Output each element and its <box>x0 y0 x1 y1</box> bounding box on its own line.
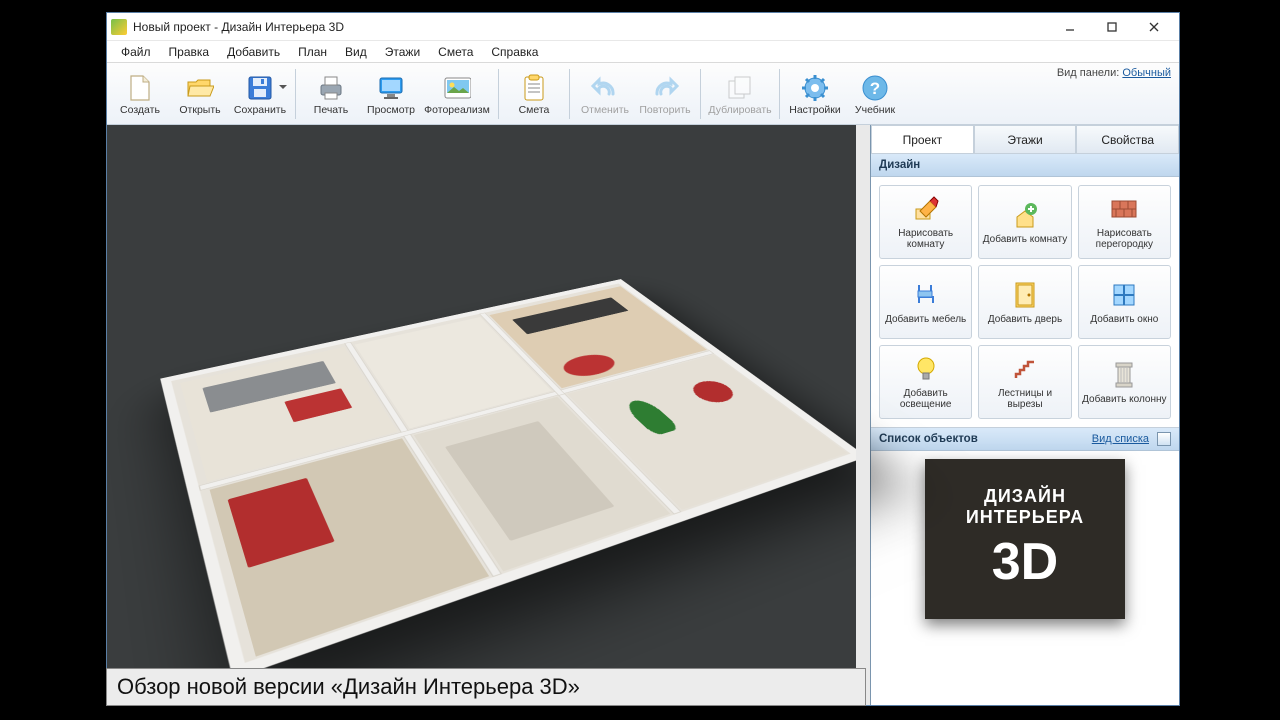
add-door-button[interactable]: Добавить дверь <box>978 265 1071 339</box>
undo-icon <box>591 74 619 102</box>
gear-icon <box>801 74 829 102</box>
save-icon <box>246 74 274 102</box>
list-mode-link[interactable]: Вид списка <box>1092 433 1149 445</box>
stairs-icon <box>1010 354 1040 384</box>
draw-wall-button[interactable]: Нарисовать перегородку <box>1078 185 1171 259</box>
svg-text:?: ? <box>870 79 880 98</box>
photo-icon <box>443 74 471 102</box>
minimize-button[interactable] <box>1049 15 1091 39</box>
estimate-button[interactable]: Смета <box>505 66 563 122</box>
close-button[interactable] <box>1133 15 1175 39</box>
add-column-button[interactable]: Добавить колонну <box>1078 345 1171 419</box>
column-icon <box>1109 360 1139 390</box>
menu-help[interactable]: Справка <box>483 43 546 61</box>
settings-button[interactable]: Настройки <box>786 66 844 122</box>
toolbar: Создать Открыть Сохранить <box>107 63 1179 125</box>
dropdown-icon <box>279 85 287 89</box>
help-icon: ? <box>861 74 889 102</box>
duplicate-icon <box>726 74 754 102</box>
content-area: Проект Этажи Свойства Дизайн Нарисовать … <box>107 125 1179 705</box>
video-caption: Обзор новой версии «Дизайн Интерьера 3D» <box>106 668 866 706</box>
object-list: ДИЗАЙН ИНТЕРЬЕРА 3D <box>871 451 1179 705</box>
tab-properties[interactable]: Свойства <box>1076 125 1179 153</box>
app-icon <box>111 19 127 35</box>
redo-button[interactable]: Повторить <box>636 66 694 122</box>
draw-room-button[interactable]: Нарисовать комнату <box>879 185 972 259</box>
menu-estimate[interactable]: Смета <box>430 43 481 61</box>
add-furniture-button[interactable]: Добавить мебель <box>879 265 972 339</box>
undo-button[interactable]: Отменить <box>576 66 634 122</box>
stairs-button[interactable]: Лестницы и вырезы <box>978 345 1071 419</box>
menu-floors[interactable]: Этажи <box>377 43 428 61</box>
titlebar: Новый проект - Дизайн Интерьера 3D <box>107 13 1179 41</box>
window-title: Новый проект - Дизайн Интерьера 3D <box>133 20 1049 34</box>
door-icon <box>1010 280 1040 310</box>
app-window: Новый проект - Дизайн Интерьера 3D Файл … <box>106 12 1180 706</box>
list-view-icon[interactable] <box>1157 432 1171 446</box>
preview-button[interactable]: Просмотр <box>362 66 420 122</box>
chair-icon <box>911 280 941 310</box>
add-light-button[interactable]: Добавить освещение <box>879 345 972 419</box>
create-button[interactable]: Создать <box>111 66 169 122</box>
menu-add[interactable]: Добавить <box>219 43 288 61</box>
help-button[interactable]: ? Учебник <box>846 66 904 122</box>
maximize-button[interactable] <box>1091 15 1133 39</box>
print-button[interactable]: Печать <box>302 66 360 122</box>
panel-mode-link[interactable]: Обычный <box>1122 67 1171 79</box>
panel-mode-label: Вид панели: Обычный <box>1057 67 1171 79</box>
pencil-room-icon <box>911 194 941 224</box>
design-tools-grid: Нарисовать комнату Добавить комнату Нари… <box>871 177 1179 427</box>
menu-plan[interactable]: План <box>290 43 335 61</box>
menu-view[interactable]: Вид <box>337 43 375 61</box>
tab-project[interactable]: Проект <box>871 125 974 153</box>
folder-open-icon <box>186 74 214 102</box>
duplicate-button[interactable]: Дублировать <box>707 66 773 122</box>
add-room-icon <box>1010 200 1040 230</box>
menubar: Файл Правка Добавить План Вид Этажи Смет… <box>107 41 1179 63</box>
window-controls <box>1049 15 1175 39</box>
menu-file[interactable]: Файл <box>113 43 159 61</box>
side-panel: Проект Этажи Свойства Дизайн Нарисовать … <box>871 125 1179 705</box>
save-button[interactable]: Сохранить <box>231 66 289 122</box>
clipboard-icon <box>520 74 548 102</box>
redo-icon <box>651 74 679 102</box>
lightbulb-icon <box>911 354 941 384</box>
tab-floors[interactable]: Этажи <box>974 125 1077 153</box>
window-icon <box>1109 280 1139 310</box>
design-section-header: Дизайн <box>871 153 1179 177</box>
viewport-scrollbar[interactable] <box>856 125 870 705</box>
open-button[interactable]: Открыть <box>171 66 229 122</box>
promo-box: ДИЗАЙН ИНТЕРЬЕРА 3D <box>925 459 1125 619</box>
brick-wall-icon <box>1109 194 1139 224</box>
photorealism-button[interactable]: Фотореализм <box>422 66 492 122</box>
printer-icon <box>317 74 345 102</box>
add-window-button[interactable]: Добавить окно <box>1078 265 1171 339</box>
add-room-button[interactable]: Добавить комнату <box>978 185 1071 259</box>
3d-viewport[interactable] <box>107 125 871 705</box>
monitor-icon <box>377 74 405 102</box>
side-tabs: Проект Этажи Свойства <box>871 125 1179 153</box>
menu-edit[interactable]: Правка <box>161 43 218 61</box>
new-file-icon <box>126 74 154 102</box>
object-list-header: Список объектов Вид списка <box>871 427 1179 451</box>
